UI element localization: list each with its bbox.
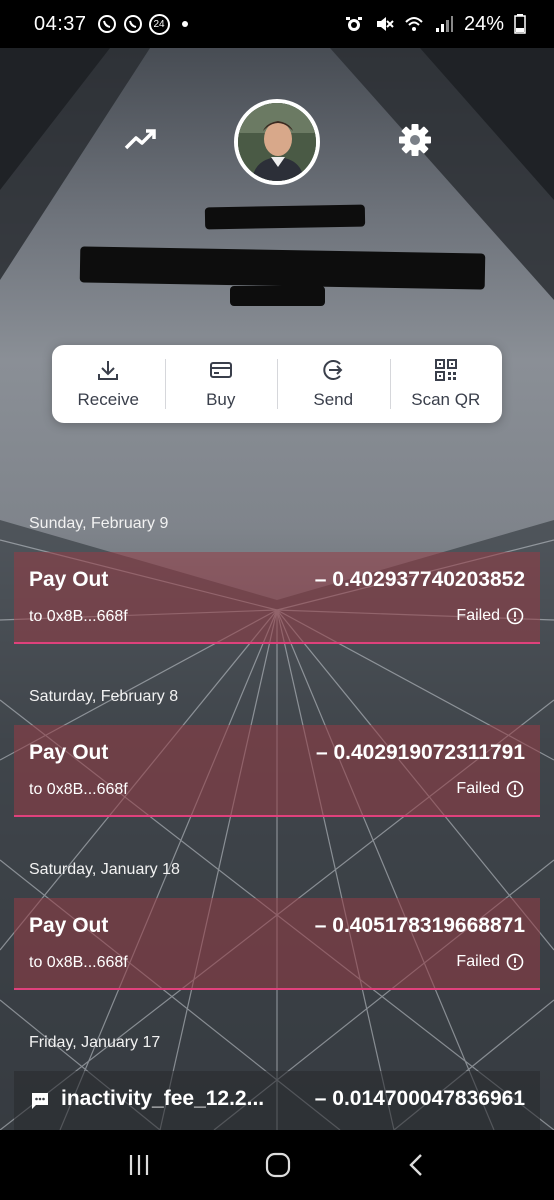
home-icon[interactable] — [264, 1151, 292, 1179]
transaction-row[interactable]: inactivity_fee_12.2... – 0.0147000478369… — [14, 1071, 540, 1135]
scan-qr-button[interactable]: Scan QR — [389, 345, 503, 423]
transaction-title: inactivity_fee_12.2... — [61, 1087, 265, 1110]
avatar[interactable] — [234, 99, 320, 185]
receive-label: Receive — [77, 390, 139, 409]
notification-badge-text: 24 — [153, 18, 165, 30]
scan-qr-label: Scan QR — [411, 390, 481, 409]
transaction-title: Pay Out — [29, 568, 109, 591]
back-icon[interactable] — [404, 1152, 428, 1178]
send-label: Send — [313, 390, 354, 409]
transaction-amount: – 0.405178319668871 — [314, 914, 525, 937]
error-circle-icon — [506, 953, 524, 971]
error-circle-icon — [506, 780, 524, 798]
battery-icon — [514, 14, 526, 34]
whatsapp-icon — [123, 15, 142, 33]
status-time: 04:37 — [34, 12, 87, 35]
message-icon — [32, 1093, 48, 1109]
mute-icon — [376, 17, 394, 31]
redacted-wallet-address — [79, 246, 486, 290]
qr-code-icon — [434, 359, 457, 381]
status-text: Failed — [456, 780, 500, 797]
buy-button[interactable]: Buy — [164, 345, 278, 423]
status-bar: 04:37 24 24% — [0, 0, 554, 48]
status-text: Failed — [456, 607, 500, 624]
transaction-amount: – 0.402919072311791 — [315, 741, 525, 764]
download-icon — [98, 361, 119, 380]
transaction-address: to 0x8B...668f — [29, 608, 128, 625]
date-header: Saturday, January 18 — [29, 861, 180, 878]
redacted-balance — [230, 286, 325, 306]
settings-gear-icon[interactable] — [395, 120, 435, 160]
trending-up-icon[interactable] — [121, 120, 161, 160]
send-circle-arrow-icon — [323, 360, 343, 380]
error-circle-icon — [506, 607, 524, 625]
status-text: Failed — [456, 953, 500, 970]
date-header: Friday, January 17 — [29, 1034, 161, 1051]
actions-card: Receive Buy Send Scan QR — [52, 345, 502, 423]
avatar-photo — [238, 103, 316, 181]
transaction-address: to 0x8B...668f — [29, 781, 128, 798]
credit-card-icon — [209, 362, 232, 378]
transaction-title: Pay Out — [29, 741, 109, 764]
send-button[interactable]: Send — [277, 345, 390, 423]
transaction-row[interactable]: Pay Out – 0.405178319668871 to 0x8B...66… — [14, 898, 540, 990]
date-header: Sunday, February 9 — [29, 515, 169, 532]
recent-apps-icon[interactable] — [126, 1152, 152, 1178]
whatsapp-icon — [97, 15, 116, 33]
alarm-icon — [345, 17, 362, 31]
dot-icon — [181, 21, 188, 27]
transaction-amount: – 0.014700047836961 — [314, 1087, 525, 1110]
date-header: Saturday, February 8 — [29, 688, 179, 705]
transaction-status: Failed — [456, 607, 524, 625]
battery-text: 24% — [463, 12, 504, 35]
wifi-icon — [405, 17, 423, 31]
receive-button[interactable]: Receive — [52, 345, 165, 423]
transaction-status: Failed — [456, 953, 524, 971]
transaction-row[interactable]: Pay Out – 0.402937740203852 to 0x8B...66… — [14, 552, 540, 644]
transaction-amount: – 0.402937740203852 — [314, 568, 525, 591]
transaction-address: to 0x8B...668f — [29, 954, 128, 971]
calendar-badge-icon: 24 — [148, 13, 170, 35]
transaction-status: Failed — [456, 780, 524, 798]
redacted-username — [204, 204, 366, 230]
signal-icon — [435, 16, 453, 32]
transaction-title: Pay Out — [29, 914, 109, 937]
system-navigation-bar — [0, 1130, 554, 1200]
transaction-row[interactable]: Pay Out – 0.402919072311791 to 0x8B...66… — [14, 725, 540, 817]
buy-label: Buy — [206, 390, 236, 409]
